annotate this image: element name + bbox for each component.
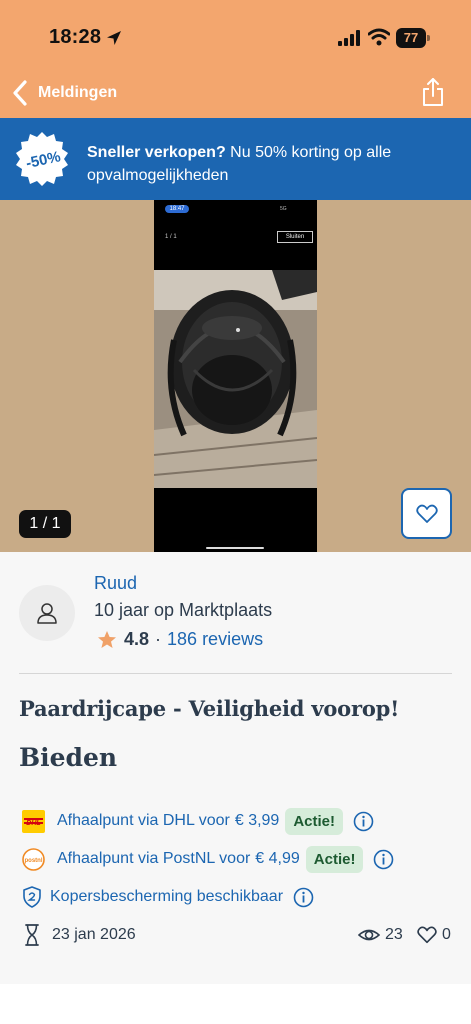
heart-outline-icon <box>417 926 437 944</box>
promo-text: Sneller verkopen? Nu 50% korting op alle… <box>87 141 457 187</box>
photo-counter: 1 / 1 <box>165 234 177 240</box>
photo-status-time: 18:47 <box>165 205 189 213</box>
views-count: 23 <box>385 926 403 943</box>
listing-photo[interactable]: 18:47 5G 1 / 1 Sluiten <box>154 200 317 552</box>
dhl-logo-icon: DHL <box>22 809 45 833</box>
photo-close-button: Sluiten <box>277 231 313 243</box>
reviews-link[interactable]: 186 reviews <box>167 629 263 650</box>
info-icon[interactable] <box>293 887 314 908</box>
promo-title: Sneller verkopen? <box>87 144 226 161</box>
user-icon <box>37 603 57 624</box>
battery-icon: 77 <box>396 28 430 48</box>
shipping-dhl-price: € 3,99 <box>234 812 280 829</box>
rating-separator: · <box>155 629 162 649</box>
divider <box>19 673 452 674</box>
seller-membership: 10 jaar op Marktplaats <box>94 600 273 620</box>
shield-icon <box>23 886 41 908</box>
seller-rating: 4.8 · 186 reviews <box>97 629 263 650</box>
battery-level: 77 <box>396 28 426 48</box>
rating-value: 4.8 <box>124 629 150 649</box>
info-icon[interactable] <box>353 811 374 832</box>
helmet-image <box>154 270 317 488</box>
wifi-icon <box>368 28 390 46</box>
eye-icon <box>358 929 380 941</box>
actie-badge: Actie! <box>285 807 344 835</box>
actie-badge: Actie! <box>305 845 364 873</box>
discount-badge: -50% <box>16 132 68 186</box>
photo-status-network: 5G <box>280 206 287 212</box>
listing-title: Paardrijcape - Veiligheid voorop! <box>19 696 400 721</box>
shipping-option-dhl[interactable]: DHL Afhaalpunt via DHL voor € 3,99 Actie… <box>22 806 374 836</box>
svg-text:postnl: postnl <box>25 858 43 864</box>
favorite-button[interactable] <box>401 488 452 539</box>
back-button[interactable]: Meldingen <box>10 76 117 110</box>
status-time: 18:28 <box>49 26 102 48</box>
seller-name[interactable]: Ruud <box>94 573 137 594</box>
info-icon[interactable] <box>373 849 394 870</box>
back-label: Meldingen <box>38 84 118 101</box>
shipping-option-postnl[interactable]: postnl Afhaalpunt via PostNL voor € 4,99… <box>22 844 394 874</box>
price-label: Bieden <box>19 743 118 772</box>
location-arrow-icon <box>107 31 121 45</box>
status-bar: 18:28 77 <box>0 0 471 68</box>
listing-meta: 23 jan 2026 23 0 <box>22 922 452 948</box>
seller-avatar[interactable] <box>19 585 75 641</box>
chevron-left-icon <box>13 80 27 106</box>
shipping-dhl-text: Afhaalpunt via DHL voor <box>57 812 230 829</box>
favorites-count: 0 <box>442 926 451 943</box>
cellular-signal-icon <box>338 30 360 46</box>
gallery-counter: 1 / 1 <box>19 510 71 538</box>
listing-date: 23 jan 2026 <box>52 926 136 943</box>
star-icon <box>98 630 116 648</box>
share-icon[interactable] <box>420 77 446 107</box>
heart-icon <box>415 504 438 523</box>
buyer-protection[interactable]: Kopersbescherming beschikbaar <box>22 884 314 910</box>
navigation-bar: Meldingen <box>0 68 471 118</box>
hourglass-icon <box>25 924 39 946</box>
svg-text:DHL: DHL <box>26 820 40 827</box>
buyer-protection-text: Kopersbescherming beschikbaar <box>50 888 284 905</box>
postnl-logo-icon: postnl <box>22 847 45 871</box>
home-indicator <box>206 547 264 549</box>
shipping-postnl-price: € 4,99 <box>255 850 300 867</box>
shipping-postnl-text: Afhaalpunt via PostNL voor <box>57 850 251 867</box>
